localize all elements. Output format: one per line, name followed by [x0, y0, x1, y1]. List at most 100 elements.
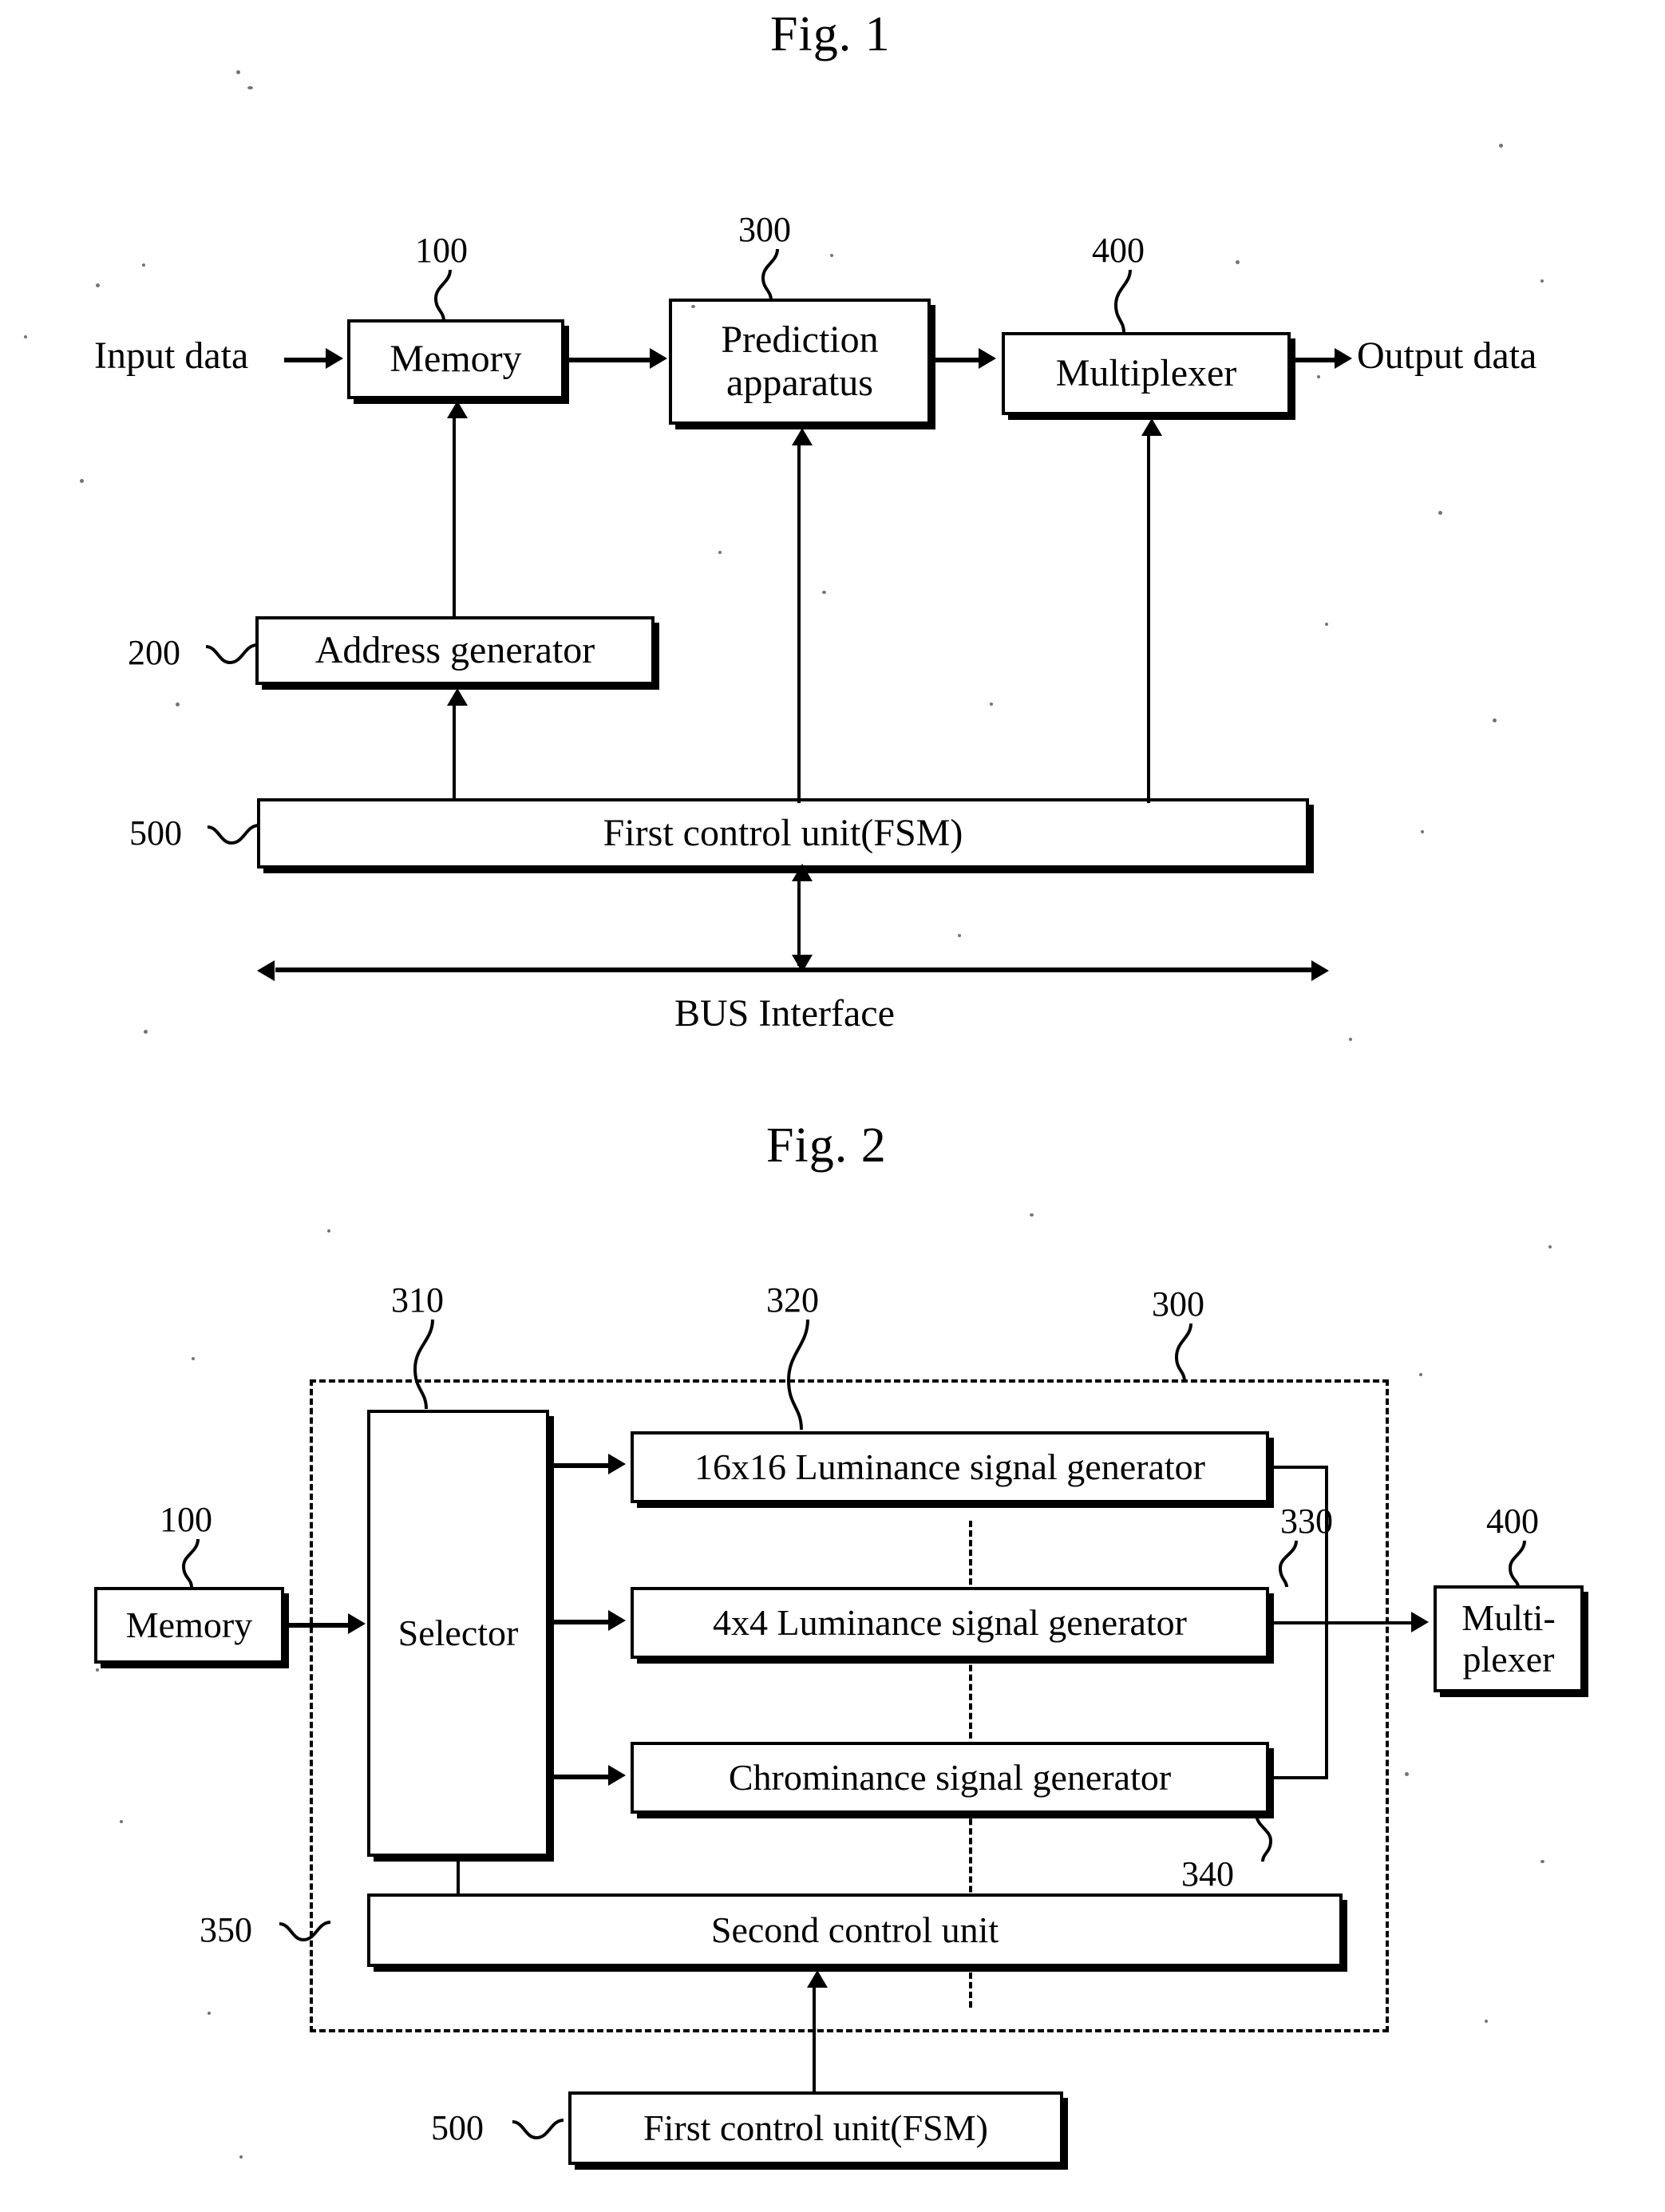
lum4-output-connector [1271, 1621, 1414, 1624]
output-data-label: Output data [1357, 334, 1537, 377]
selector-to-chroma-arrowhead [608, 1765, 626, 1786]
firstcontrol-to-prediction-arrowhead [792, 428, 813, 445]
leader-line-200-fig1 [205, 643, 258, 665]
leader-line-400-fig1 [1113, 269, 1132, 333]
scan-speck [192, 1357, 195, 1360]
block-address-generator-fig1-label: Address generator [314, 629, 595, 672]
block-chrominance-generator-label: Chrominance signal generator [728, 1757, 1172, 1798]
block-multiplexer-fig2-label: Multi- plexer [1461, 1597, 1556, 1680]
scan-speck [958, 934, 961, 937]
bus-interface-line [275, 968, 1313, 972]
prediction-to-multiplexer-connector [935, 358, 980, 362]
figure-2-title: Fig. 2 [766, 1118, 887, 1173]
leader-line-310-fig2 [413, 1319, 434, 1410]
patent-figure-sheet: Fig. 1 Input data 100 Memory 300 Predict… [0, 0, 1665, 2212]
ref-310-fig2: 310 [391, 1280, 444, 1320]
selector-to-lum4-connector [554, 1620, 611, 1624]
block-first-control-unit-fig2-label: First control unit(FSM) [643, 2107, 988, 2149]
memory-to-prediction-connector [568, 358, 651, 362]
block-second-control-unit: Second control unit [367, 1893, 1343, 1967]
scan-speck [1540, 1860, 1544, 1863]
firstcontrol-to-secondcontrol-connector-fig2 [813, 1986, 816, 2093]
bus-interface-label: BUS Interface [674, 992, 895, 1035]
scan-speck [1499, 144, 1503, 148]
firstcontrol-bus-connector [797, 876, 801, 966]
ref-320-fig2: 320 [766, 1280, 819, 1320]
scan-speck [1421, 830, 1424, 833]
block-second-control-unit-label: Second control unit [710, 1909, 999, 1951]
scan-speck [239, 2155, 243, 2159]
leader-line-500-fig1 [207, 824, 259, 845]
block-chrominance-generator: Chrominance signal generator [631, 1742, 1269, 1814]
block-multiplexer-fig1: Multiplexer [1002, 332, 1291, 415]
scan-speck [236, 70, 240, 74]
ref-100-fig1: 100 [415, 231, 468, 270]
lum16-output-connector [1271, 1466, 1328, 1469]
figure-1-title: Fig. 1 [770, 7, 891, 61]
block-16x16-luminance-generator-label: 16x16 Luminance signal generator [694, 1446, 1205, 1488]
ref-400-fig1: 400 [1092, 231, 1145, 270]
addressgen-to-memory-arrowhead [447, 401, 468, 418]
scan-speck [80, 479, 84, 483]
block-multiplexer-fig2: Multi- plexer [1434, 1585, 1584, 1692]
ref-100-fig2: 100 [160, 1500, 212, 1539]
memory-to-selector-arrowhead [348, 1613, 366, 1634]
scan-speck [1485, 2020, 1488, 2023]
block-16x16-luminance-generator: 16x16 Luminance signal generator [631, 1431, 1269, 1503]
scan-speck [822, 591, 826, 594]
input-data-arrowhead [326, 348, 343, 369]
firstcontrol-to-multiplexer-connector [1147, 434, 1150, 803]
memory-to-prediction-arrowhead [650, 348, 667, 369]
leader-line-300-fig1 [761, 248, 779, 301]
leader-line-350-fig2 [279, 1921, 331, 1942]
scan-speck [1540, 279, 1544, 283]
block-4x4-luminance-generator: 4x4 Luminance signal generator [631, 1587, 1269, 1659]
block-first-control-unit-fig1: First control unit(FSM) [257, 798, 1309, 869]
scan-speck [96, 283, 100, 287]
scan-speck [247, 86, 253, 89]
scan-speck [1419, 1373, 1422, 1376]
firstcontrol-to-prediction-connector [797, 444, 801, 803]
leader-line-500-fig2 [512, 2119, 564, 2140]
ref-500-fig1: 500 [129, 813, 182, 853]
scan-speck [1317, 375, 1320, 378]
input-data-label: Input data [94, 334, 249, 377]
scan-speck [96, 1668, 99, 1672]
scan-speck [1438, 511, 1442, 515]
leader-line-300-fig2 [1174, 1323, 1192, 1382]
scan-speck [1236, 260, 1240, 264]
selector-to-chroma-connector [554, 1775, 611, 1779]
block-memory-fig1-label: Memory [390, 338, 522, 381]
scan-speck [1548, 1245, 1552, 1248]
block-memory-fig2-label: Memory [125, 1605, 253, 1646]
ref-300-fig2: 300 [1152, 1284, 1204, 1324]
generator-bus-to-multiplexer-arrowhead [1411, 1612, 1429, 1632]
scan-speck [1325, 623, 1328, 626]
firstcontrol-bus-arrowhead-up [792, 864, 813, 881]
ref-400-fig2: 400 [1486, 1502, 1539, 1541]
scan-speck [718, 551, 722, 554]
block-address-generator-fig1: Address generator [255, 616, 655, 685]
chroma-output-connector [1271, 1776, 1328, 1779]
firstcontrol-to-addressgen-connector [453, 704, 456, 801]
addressgen-to-memory-connector [453, 417, 456, 618]
output-data-connector [1295, 358, 1336, 362]
selector-to-secondcontrol-connector [457, 1858, 460, 1895]
ref-500-fig2: 500 [431, 2108, 484, 2147]
block-selector-fig2-label: Selector [397, 1613, 519, 1654]
leader-line-100-fig1 [433, 269, 452, 322]
scan-speck [142, 263, 145, 267]
input-data-connector [284, 358, 327, 362]
memory-to-selector-connector [289, 1623, 351, 1628]
firstcontrol-to-multiplexer-arrowhead [1141, 418, 1162, 436]
ref-350-fig2: 350 [200, 1910, 252, 1949]
block-first-control-unit-fig1-label: First control unit(FSM) [603, 812, 963, 855]
selector-to-lum4-arrowhead [608, 1610, 626, 1631]
block-first-control-unit-fig2: First control unit(FSM) [568, 2091, 1063, 2165]
scan-speck [1405, 1772, 1409, 1776]
scan-speck [1493, 718, 1497, 722]
scan-speck [144, 1030, 148, 1034]
selector-to-lum16-arrowhead [608, 1454, 626, 1474]
block-multiplexer-fig1-label: Multiplexer [1055, 352, 1237, 395]
leader-line-330-fig2 [1278, 1540, 1298, 1588]
